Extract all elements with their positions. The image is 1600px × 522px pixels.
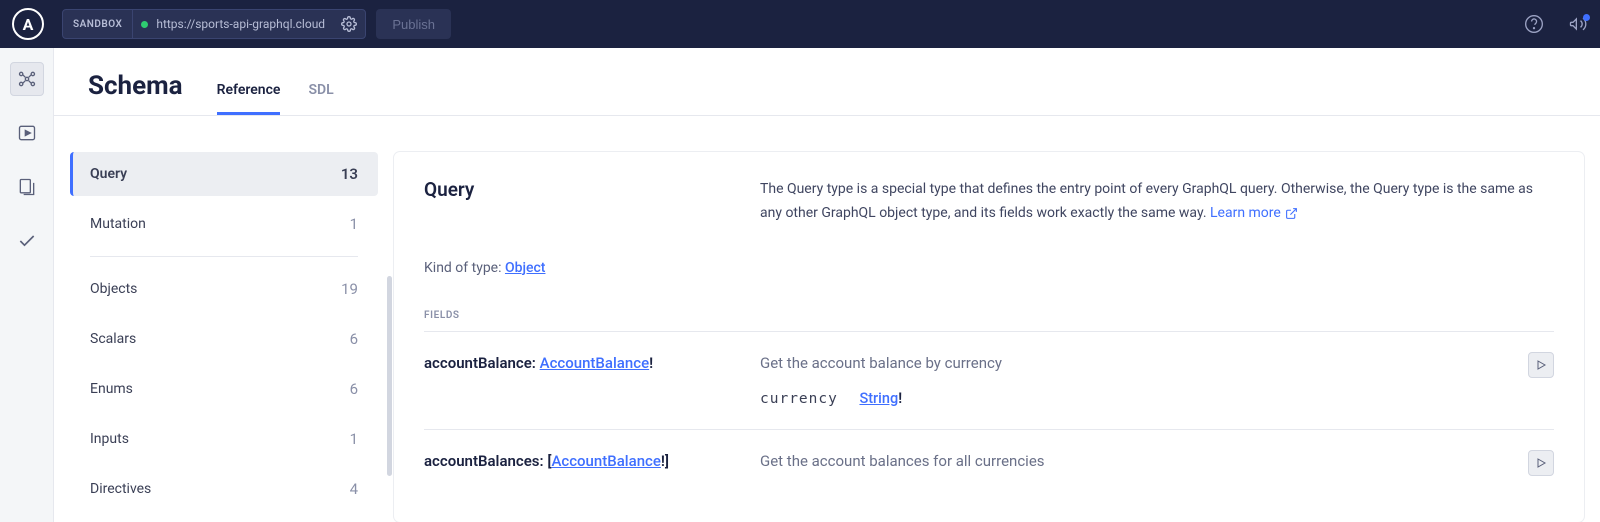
sandbox-selector[interactable]: SANDBOX https://sports-api-graphql.cloud… (62, 9, 366, 39)
sidebar-item-count: 4 (350, 480, 358, 498)
publish-button[interactable]: Publish (376, 9, 451, 39)
type-name: Query (424, 178, 714, 226)
sidebar-item-mutation[interactable]: Mutation 1 (70, 202, 378, 246)
schema-sidebar: Query 13 Mutation 1 Objects 19 Scalars 6 (54, 116, 394, 522)
argument-row: currency String! (760, 390, 1554, 407)
kind-link[interactable]: Object (505, 260, 546, 276)
fields-heading: FIELDS (424, 310, 1554, 332)
return-type-link[interactable]: AccountBalance (551, 452, 660, 470)
type-detail-panel: Query The Query type is a special type t… (394, 152, 1584, 522)
sandbox-badge: SANDBOX (63, 10, 133, 38)
scrollbar[interactable] (387, 276, 392, 476)
top-bar: A SANDBOX https://sports-api-graphql.clo… (0, 0, 1600, 48)
sidebar-item-label: Objects (90, 281, 137, 297)
announcements-icon[interactable] (1568, 14, 1588, 34)
page-title: Schema (88, 71, 183, 115)
status-dot-icon (141, 21, 148, 28)
rail-schema-icon[interactable] (10, 62, 44, 96)
type-description: The Query type is a special type that de… (760, 178, 1554, 226)
endpoint-url[interactable]: https://sports-api-graphql.cloudbet.c (133, 10, 333, 38)
rail-diff-icon[interactable] (10, 170, 44, 204)
sidebar-item-count: 13 (341, 165, 358, 183)
sidebar-item-enums[interactable]: Enums 6 (70, 367, 378, 411)
field-description: Get the account balance by currency (760, 354, 1554, 372)
field-name: accountBalance (424, 354, 532, 372)
sidebar-item-count: 6 (350, 330, 358, 348)
tabs: Reference SDL (217, 70, 334, 115)
sidebar-item-label: Directives (90, 481, 151, 497)
help-icon[interactable] (1524, 14, 1544, 34)
tab-reference[interactable]: Reference (217, 82, 281, 115)
sidebar-item-count: 1 (350, 430, 358, 448)
run-field-button[interactable] (1528, 450, 1554, 476)
field-row: accountBalances: [AccountBalance!] Get t… (424, 430, 1554, 492)
sidebar-item-query[interactable]: Query 13 (70, 152, 378, 196)
sidebar-item-label: Mutation (90, 216, 146, 232)
kind-of-type: Kind of type: Object (424, 260, 1554, 276)
tab-sdl[interactable]: SDL (308, 82, 333, 115)
sidebar-item-scalars[interactable]: Scalars 6 (70, 317, 378, 361)
nav-rail (0, 48, 54, 522)
sidebar-item-label: Query (90, 166, 127, 182)
sidebar-item-label: Enums (90, 381, 133, 397)
field-row: accountBalance: AccountBalance! Get the … (424, 332, 1554, 430)
return-type-link[interactable]: AccountBalance (540, 354, 649, 372)
external-link-icon (1285, 207, 1298, 220)
page-header: Schema Reference SDL (54, 48, 1600, 116)
learn-more-link[interactable]: Learn more (1210, 205, 1281, 221)
sidebar-item-count: 1 (350, 215, 358, 233)
run-field-button[interactable] (1528, 352, 1554, 378)
field-description: Get the account balances for all currenc… (760, 452, 1554, 470)
endpoint-url-text: https://sports-api-graphql.cloudbet.c (156, 17, 325, 31)
rail-checks-icon[interactable] (10, 224, 44, 258)
logo[interactable]: A (12, 8, 44, 40)
sidebar-item-objects[interactable]: Objects 19 (70, 267, 378, 311)
field-signature: accountBalance: AccountBalance! (424, 354, 714, 407)
sidebar-item-inputs[interactable]: Inputs 1 (70, 417, 378, 461)
field-signature: accountBalances: [AccountBalance!] (424, 452, 714, 470)
sidebar-item-count: 6 (350, 380, 358, 398)
sidebar-item-label: Inputs (90, 431, 129, 447)
divider (90, 256, 358, 257)
gear-icon[interactable] (333, 16, 365, 32)
argument-type-link[interactable]: String (859, 390, 898, 407)
field-name: accountBalances (424, 452, 540, 470)
sidebar-item-label: Scalars (90, 331, 136, 347)
notification-dot-icon (1583, 14, 1590, 21)
rail-explorer-icon[interactable] (10, 116, 44, 150)
sidebar-item-directives[interactable]: Directives 4 (70, 467, 378, 511)
sidebar-item-count: 19 (341, 280, 358, 298)
argument-name: currency (760, 391, 838, 407)
